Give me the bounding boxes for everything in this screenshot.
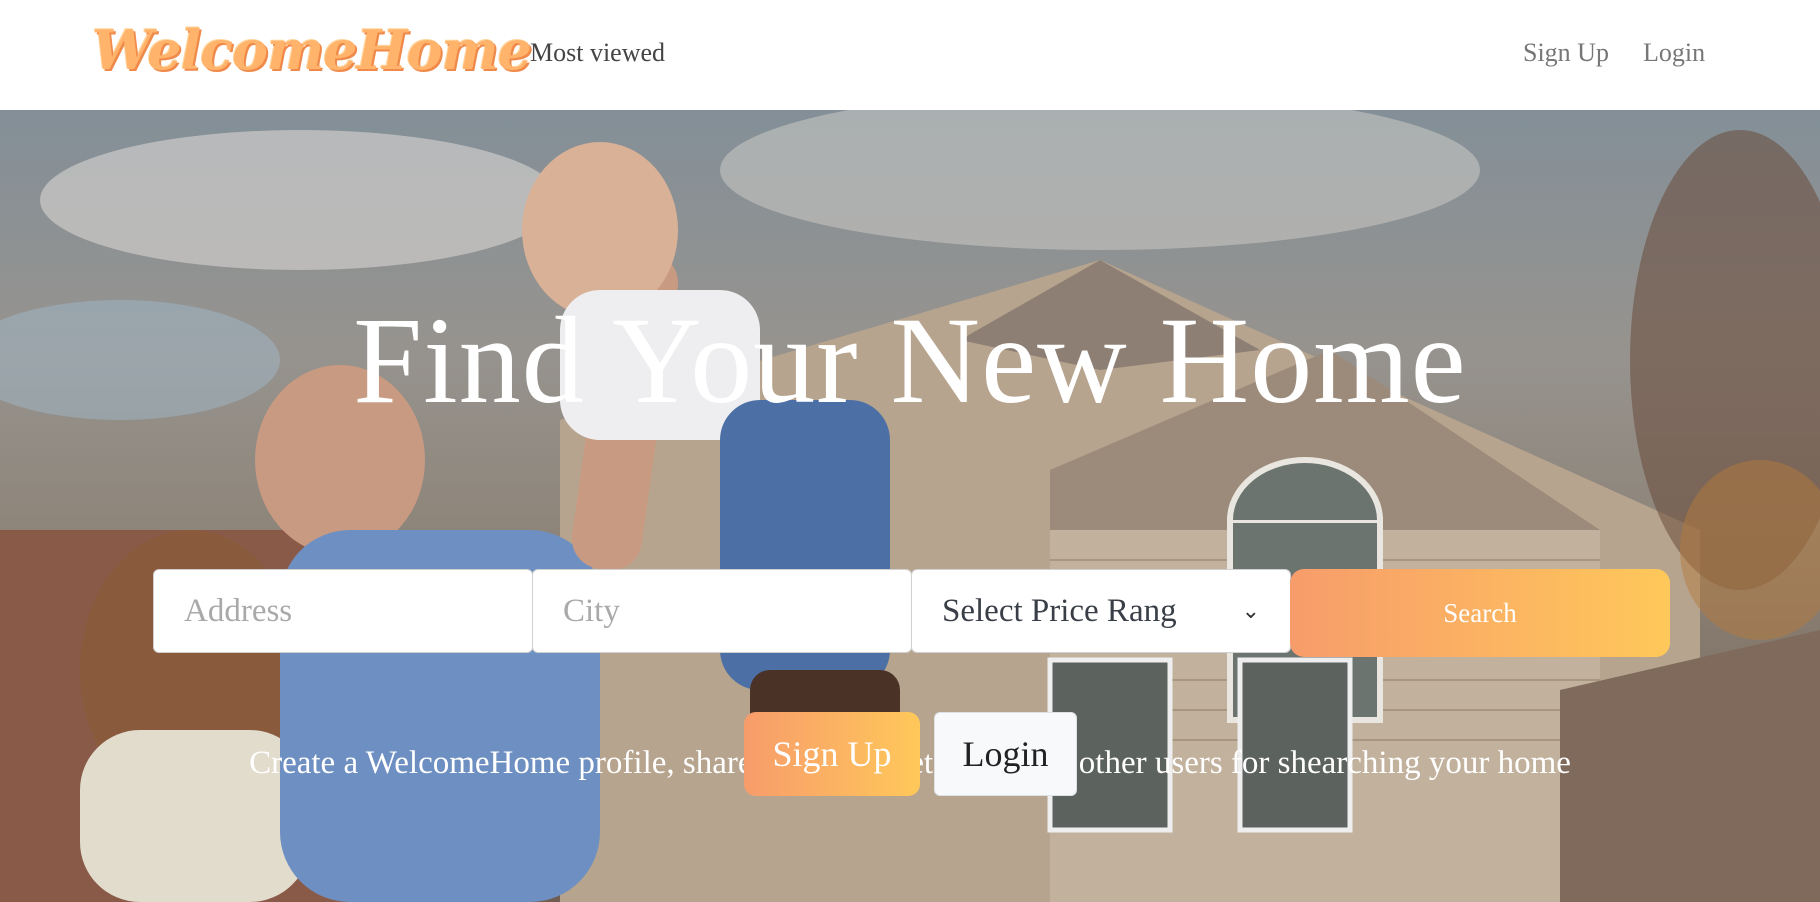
chevron-down-icon: ⌄ — [1241, 598, 1260, 623]
sign-up-button[interactable]: Sign Up — [744, 712, 920, 796]
address-input[interactable] — [153, 569, 533, 653]
login-button[interactable]: Login — [934, 712, 1077, 796]
nav-login[interactable]: Login — [1643, 38, 1705, 68]
top-navbar: WelcomeHome Most viewed Sign Up Login — [0, 0, 1820, 110]
city-input[interactable] — [532, 569, 912, 653]
price-range-select[interactable]: Select Price Rang ⌄ — [911, 569, 1291, 653]
brand-logo[interactable]: WelcomeHome — [92, 18, 532, 82]
search-button[interactable]: Search — [1290, 569, 1670, 657]
price-range-value: Select Price Rang — [942, 592, 1177, 629]
nav-most-viewed[interactable]: Most viewed — [530, 38, 665, 68]
hero-title: Find Your New Home — [353, 292, 1467, 429]
nav-sign-up[interactable]: Sign Up — [1523, 38, 1609, 68]
